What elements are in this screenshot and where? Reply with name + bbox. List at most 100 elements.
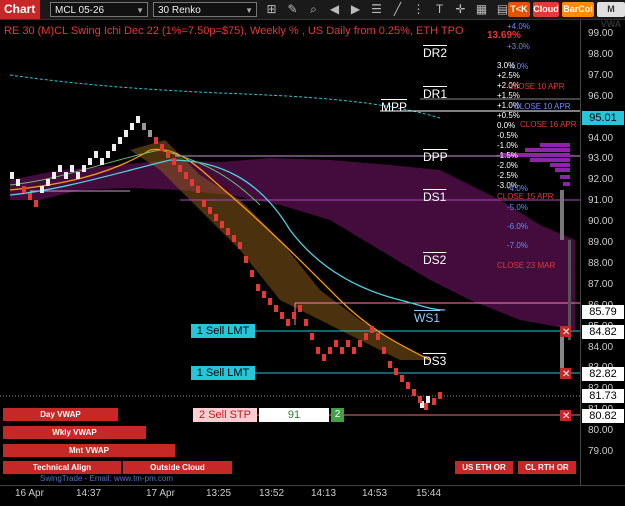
chart-menu-button[interactable]: Chart — [0, 0, 40, 19]
volume-bar — [568, 240, 571, 340]
pct-label: 0.0% — [497, 121, 516, 130]
technical-align-button[interactable]: Technical Align — [3, 461, 121, 474]
overlay-percent: 13.69% — [487, 30, 521, 41]
scroll-left-icon[interactable]: ◀ — [327, 2, 342, 17]
price-axis-label: 98.00 — [588, 48, 614, 60]
pct-label: +1.5% — [497, 91, 520, 100]
volume-bar — [560, 190, 564, 240]
pct-label: 3.0% — [497, 61, 516, 70]
close-label: CLOSE 10 APR — [514, 102, 571, 111]
price-tag: 80.82 — [582, 409, 624, 423]
us-eth-or-button[interactable]: US ETH OR — [455, 461, 513, 474]
close-label: CLOSE 16 APR — [520, 120, 577, 129]
close-label: CLOSE 23 MAR — [497, 261, 556, 270]
pct-label: +2.5% — [497, 71, 520, 80]
close-label: CLOSE 10 APR — [508, 82, 565, 91]
sell-lmt-1-button[interactable]: 1 Sell LMT — [191, 324, 255, 338]
price-axis-label: 89.00 — [588, 237, 614, 248]
toolbar: Chart MCL 05-26 ▼ 30 Renko ▼ ⊞ ✎ ⌕ ◀ ▶ ☰… — [0, 0, 625, 29]
close-label: CLOSE 15 APR — [497, 192, 554, 201]
chart-title: RE 30 (M)CL Swing Ichi Dec 22 (1%=7.50p=… — [4, 25, 464, 37]
properties-icon[interactable]: ☰ — [369, 2, 384, 17]
level-ds1: DS1 — [423, 190, 447, 204]
symbol-select[interactable]: MCL 05-26 ▼ — [50, 2, 148, 17]
price-axis-label: 84.00 — [588, 341, 614, 353]
pct-label: -5.0% — [507, 203, 528, 212]
pct-label: -1.5% — [497, 151, 518, 160]
time-label: 15:44 — [416, 488, 442, 499]
price-axis-label: 93.00 — [588, 153, 614, 165]
pct-label: -1.0% — [497, 141, 518, 150]
time-axis-line — [0, 485, 625, 486]
pct-label: -7.0% — [507, 241, 528, 250]
m-vwap-button[interactable]: M VWA — [597, 2, 625, 29]
mnt-vwap-button[interactable]: Mnt VWAP — [3, 444, 175, 457]
chevron-down-icon: ▼ — [136, 6, 144, 15]
price-axis-label: 97.00 — [588, 69, 614, 81]
cloud-button[interactable]: Cloud — [533, 2, 559, 17]
level-dr1: DR1 — [423, 87, 448, 101]
sell-lmt-2-button[interactable]: 1 Sell LMT — [191, 366, 255, 380]
svg-text:✕: ✕ — [562, 369, 570, 380]
price-axis-label: 94.00 — [588, 132, 614, 144]
level-ws1: WS1 — [414, 311, 441, 325]
time-label: 13:52 — [259, 488, 285, 499]
barcol-button[interactable]: BarCol — [562, 2, 594, 17]
level-dpp: DPP — [423, 150, 448, 164]
pct-label: -0.5% — [497, 131, 518, 140]
time-label: 13:25 — [206, 488, 232, 499]
time-label: 14:13 — [311, 488, 337, 499]
drawing-tool-icon[interactable]: ⊞ — [264, 2, 279, 17]
price-tag: 84.82 — [582, 325, 624, 339]
period-select[interactable]: 30 Renko ▼ — [153, 2, 257, 17]
grid-icon[interactable]: ▦ — [474, 2, 489, 17]
time-label: 14:37 — [76, 488, 102, 499]
renko-up-bricks — [10, 116, 442, 408]
time-label: 17 Apr — [146, 488, 175, 499]
sell-stp-button[interactable]: 2 Sell STP — [193, 408, 257, 422]
watermark: SwingTrade - Email: www.tm-pm.com — [40, 474, 174, 483]
zoom-icon[interactable]: ⌕ — [306, 2, 321, 17]
mpp-line — [9, 74, 441, 119]
wkly-vwap-button[interactable]: Wkly VWAP — [3, 426, 146, 439]
cl-rth-or-button[interactable]: CL RTH OR — [518, 461, 576, 474]
crosshair-icon[interactable]: ✛ — [453, 2, 468, 17]
price-axis-label: 79.00 — [588, 446, 614, 457]
svg-text:✕: ✕ — [562, 327, 570, 338]
pct-label: -2.5% — [497, 171, 518, 180]
tk-button[interactable]: T<K — [508, 2, 530, 17]
price-tag: 81.73 — [582, 389, 624, 403]
scroll-right-icon[interactable]: ▶ — [348, 2, 363, 17]
pct-label: -2.0% — [497, 161, 518, 170]
level-mpp: MPP — [381, 100, 408, 114]
outside-cloud-button[interactable]: Outside Cloud — [123, 461, 232, 474]
pencil-icon[interactable]: ✎ — [285, 2, 300, 17]
time-label: 14:53 — [362, 488, 388, 499]
price-axis-label: 88.00 — [588, 257, 614, 269]
chevron-down-icon: ▼ — [245, 6, 253, 15]
level-ds2: DS2 — [423, 253, 447, 267]
time-label: 16 Apr — [15, 488, 44, 499]
price-axis-label: 90.00 — [588, 216, 614, 228]
pct-label: +0.5% — [497, 111, 520, 120]
price-axis-label: 80.00 — [588, 425, 614, 437]
text-tool-icon[interactable]: T — [432, 2, 447, 17]
pct-label: +4.0% — [507, 22, 530, 31]
price-axis-label: 92.00 — [588, 174, 614, 186]
period-value: 30 Renko — [158, 5, 201, 16]
level-dr2: DR2 — [423, 46, 448, 60]
order-count-badge: 2 — [331, 408, 344, 422]
pct-label: +3.0% — [507, 42, 530, 51]
price-tag: 85.79 — [582, 305, 624, 319]
svg-text:✕: ✕ — [562, 411, 570, 422]
price-axis-label: 87.00 — [588, 278, 614, 290]
level-ds3: DS3 — [423, 354, 447, 368]
price-axis-label: 99.00 — [588, 28, 614, 39]
symbol-value: MCL 05-26 — [55, 5, 105, 16]
price-axis-label: 96.00 — [588, 90, 614, 102]
day-vwap-button[interactable]: Day VWAP — [3, 408, 118, 421]
order-qty-field[interactable]: 91 — [259, 408, 329, 422]
fibonacci-icon[interactable]: ⋮ — [411, 2, 426, 17]
price-tag: 82.82 — [582, 367, 624, 381]
draw-line-icon[interactable]: ╱ — [390, 2, 405, 17]
